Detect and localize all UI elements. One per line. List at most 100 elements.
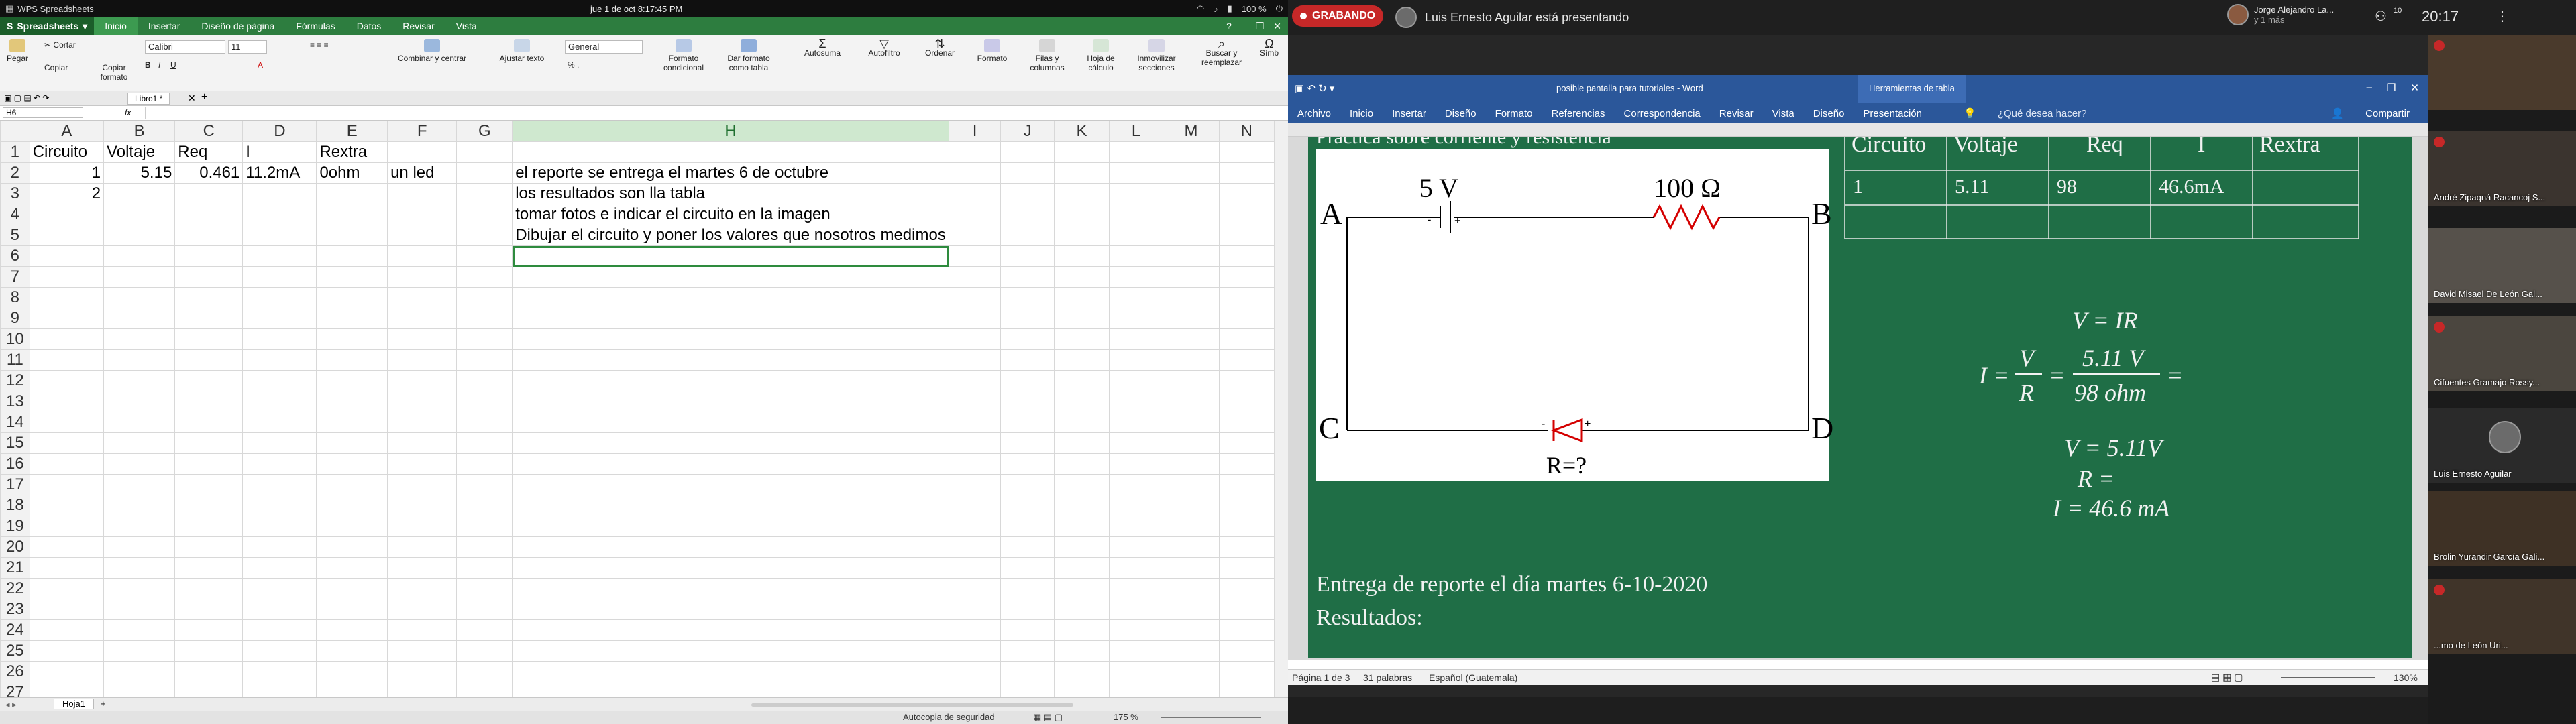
cell-N10[interactable]: [1218, 328, 1275, 350]
cell-N3[interactable]: [1218, 183, 1275, 204]
cell-C17[interactable]: [174, 474, 244, 495]
cell-M11[interactable]: [1163, 349, 1220, 371]
cell-I3[interactable]: [948, 183, 1002, 204]
cell-G3[interactable]: [456, 183, 513, 204]
cell-E14[interactable]: [316, 412, 388, 433]
cell-A2[interactable]: 1: [29, 162, 105, 184]
tab-formato[interactable]: Formato: [1486, 108, 1542, 119]
minimize-icon[interactable]: –: [1241, 21, 1246, 32]
cell-B17[interactable]: [103, 474, 176, 495]
menu-inicio[interactable]: Inicio: [94, 17, 138, 35]
col-header[interactable]: M: [1163, 121, 1220, 142]
cell-F1[interactable]: [387, 141, 458, 163]
battery-icon[interactable]: ▮: [1228, 3, 1232, 14]
cell-C21[interactable]: [174, 557, 244, 579]
cell-F21[interactable]: [387, 557, 458, 579]
fx-icon[interactable]: fx: [125, 108, 131, 117]
cell-F2[interactable]: un led: [387, 162, 458, 184]
app-menu-icon[interactable]: ▦: [5, 3, 13, 14]
cell-L6[interactable]: [1108, 245, 1164, 267]
cell-G25[interactable]: [456, 640, 513, 662]
cell-F4[interactable]: [387, 204, 458, 225]
cell-I22[interactable]: [948, 578, 1002, 599]
cell-N27[interactable]: [1218, 682, 1275, 697]
cell-J16[interactable]: [1000, 453, 1055, 475]
cell-M13[interactable]: [1163, 391, 1220, 412]
cell-C18[interactable]: [174, 495, 244, 516]
cell-D1[interactable]: I: [242, 141, 317, 163]
cell-A22[interactable]: [29, 578, 105, 599]
cell-H5[interactable]: Dibujar el circuito y poner los valores …: [512, 225, 949, 246]
cell-I18[interactable]: [948, 495, 1002, 516]
cell-J6[interactable]: [1000, 245, 1055, 267]
cell-A17[interactable]: [29, 474, 105, 495]
cell-E12[interactable]: [316, 370, 388, 391]
tab-insertar[interactable]: Insertar: [1383, 108, 1436, 119]
cell-A18[interactable]: [29, 495, 105, 516]
cell-I6[interactable]: [948, 245, 1002, 267]
cell-B7[interactable]: [103, 266, 176, 288]
cell-A14[interactable]: [29, 412, 105, 433]
cell-I16[interactable]: [948, 453, 1002, 475]
close-tab-icon[interactable]: ✕: [188, 93, 196, 104]
sheet-button[interactable]: Hoja de cálculo: [1077, 39, 1124, 72]
cell-D12[interactable]: [242, 370, 317, 391]
cell-G4[interactable]: [456, 204, 513, 225]
row-header[interactable]: 18: [0, 495, 30, 516]
cell-G15[interactable]: [456, 432, 513, 454]
symbol-button[interactable]: Ω Símb: [1256, 39, 1283, 58]
row-header[interactable]: 5: [0, 225, 30, 246]
select-all-corner[interactable]: [0, 121, 30, 142]
cell-B21[interactable]: [103, 557, 176, 579]
cell-C20[interactable]: [174, 536, 244, 558]
cell-M9[interactable]: [1163, 308, 1220, 329]
cell-F13[interactable]: [387, 391, 458, 412]
cell-K13[interactable]: [1054, 391, 1110, 412]
cell-C13[interactable]: [174, 391, 244, 412]
cell-E24[interactable]: [316, 619, 388, 641]
cell-F25[interactable]: [387, 640, 458, 662]
restore-icon[interactable]: ❐: [2387, 82, 2396, 94]
cell-N11[interactable]: [1218, 349, 1275, 371]
cell-B4[interactable]: [103, 204, 176, 225]
cell-G11[interactable]: [456, 349, 513, 371]
row-header[interactable]: 22: [0, 578, 30, 599]
cell-A8[interactable]: [29, 287, 105, 308]
cell-L18[interactable]: [1108, 495, 1164, 516]
row-header[interactable]: 15: [0, 432, 30, 454]
cell-I11[interactable]: [948, 349, 1002, 371]
cell-A15[interactable]: [29, 432, 105, 454]
cell-M6[interactable]: [1163, 245, 1220, 267]
cell-L11[interactable]: [1108, 349, 1164, 371]
cell-N6[interactable]: [1218, 245, 1275, 267]
cell-I14[interactable]: [948, 412, 1002, 433]
cell-J26[interactable]: [1000, 661, 1055, 682]
col-header[interactable]: K: [1054, 121, 1110, 142]
rows-columns-button[interactable]: Filas y columnas: [1024, 39, 1071, 72]
cell-L25[interactable]: [1108, 640, 1164, 662]
row-header[interactable]: 16: [0, 453, 30, 475]
cell-C9[interactable]: [174, 308, 244, 329]
cell-B6[interactable]: [103, 245, 176, 267]
workbook-tab[interactable]: Libro1 *: [127, 93, 170, 105]
cell-J25[interactable]: [1000, 640, 1055, 662]
paste-button[interactable]: Pegar: [4, 39, 31, 63]
italic-button[interactable]: I: [158, 60, 160, 70]
cell-C4[interactable]: [174, 204, 244, 225]
cell-J24[interactable]: [1000, 619, 1055, 641]
cell-N18[interactable]: [1218, 495, 1275, 516]
participant-tile[interactable]: David Misael De León Gal...: [2428, 228, 2576, 303]
cell-M1[interactable]: [1163, 141, 1220, 163]
cell-I20[interactable]: [948, 536, 1002, 558]
cell-M7[interactable]: [1163, 266, 1220, 288]
horizontal-scrollbar[interactable]: [751, 703, 1073, 707]
cell-G17[interactable]: [456, 474, 513, 495]
cell-A27[interactable]: [29, 682, 105, 697]
col-header[interactable]: J: [1000, 121, 1055, 142]
help-icon[interactable]: ?: [1226, 21, 1232, 32]
active-app[interactable]: ▦ WPS Spreadsheets: [5, 3, 94, 14]
format-button[interactable]: Formato: [969, 39, 1016, 63]
col-header[interactable]: F: [387, 121, 458, 142]
cell-N9[interactable]: [1218, 308, 1275, 329]
cell-F18[interactable]: [387, 495, 458, 516]
